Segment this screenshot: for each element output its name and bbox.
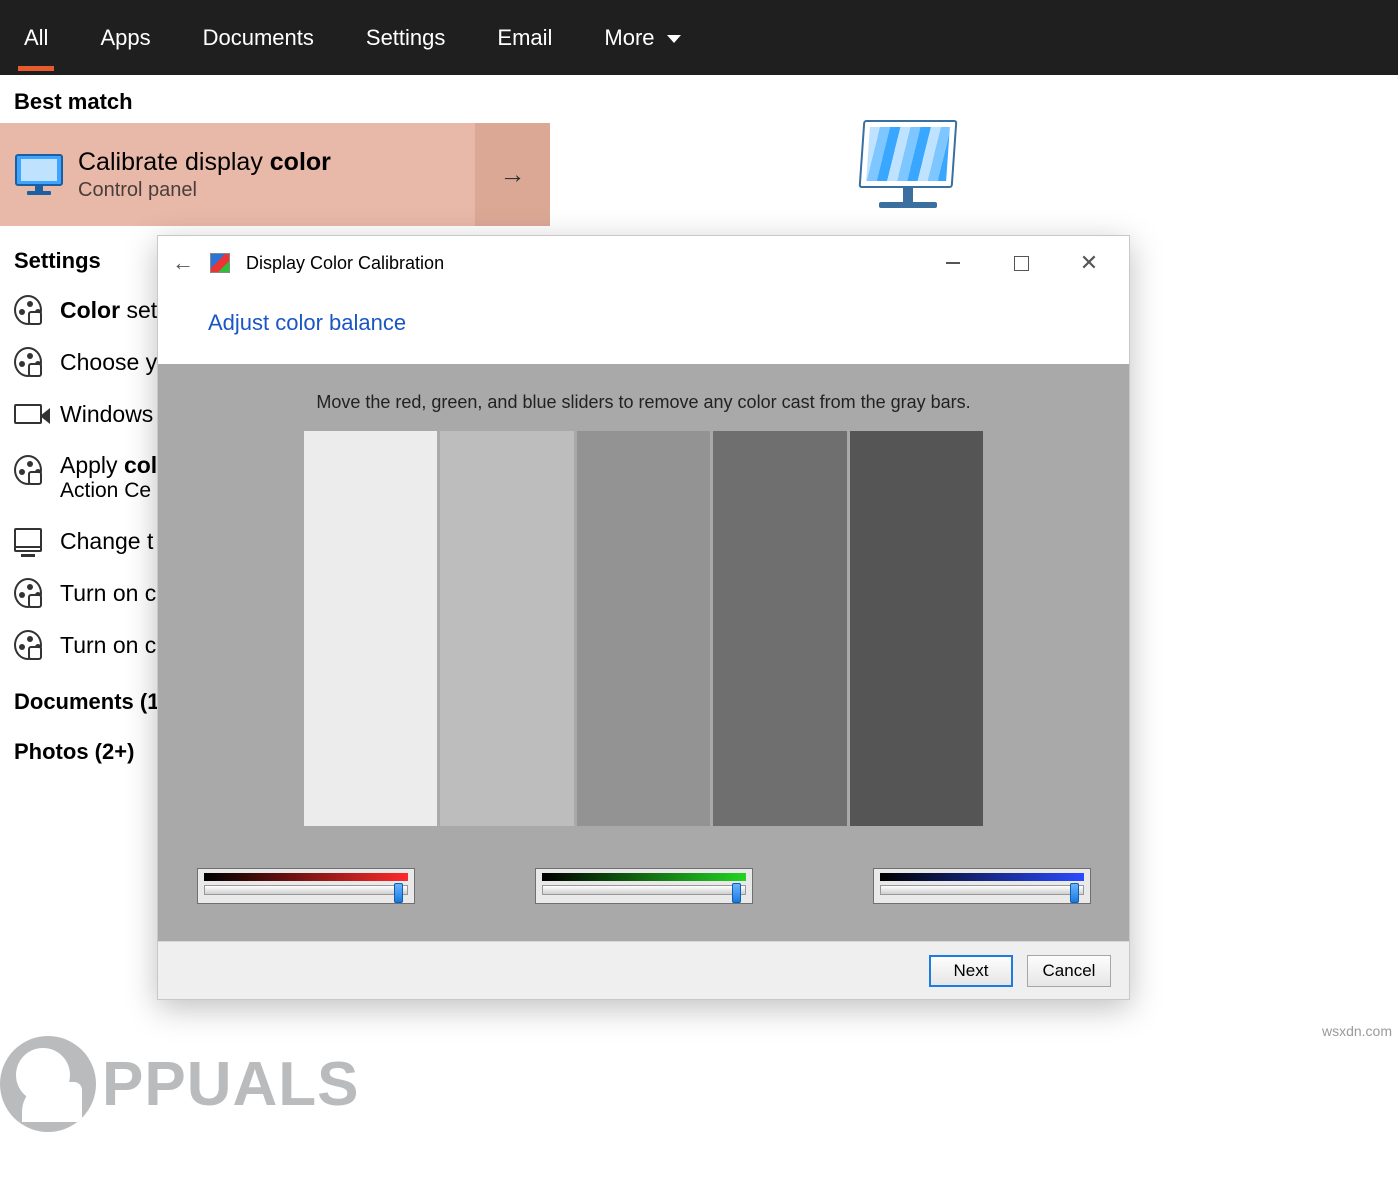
setting-text: Apply col Action Ce [60, 452, 157, 503]
slider-track[interactable] [880, 885, 1084, 895]
watermark: PPUALS [0, 1036, 359, 1132]
camera-icon [14, 400, 42, 428]
open-arrow-button[interactable]: → [475, 123, 550, 226]
chevron-down-icon [667, 35, 681, 43]
best-match-text: Calibrate display color Control panel [78, 123, 475, 226]
tab-label: Apps [100, 25, 150, 50]
dialog-titlebar: ← Display Color Calibration ✕ [158, 236, 1129, 290]
tab-more[interactable]: More [598, 5, 686, 71]
search-category-tabs: All Apps Documents Settings Email More [0, 0, 1398, 75]
setting-subtext: Action Ce [60, 479, 157, 503]
gray-bar-4 [713, 431, 847, 826]
app-icon [210, 253, 230, 273]
tab-label: Documents [203, 25, 314, 50]
red-gradient [204, 873, 408, 881]
next-button[interactable]: Next [929, 955, 1013, 987]
site-tag: wsxdn.com [1322, 1023, 1392, 1039]
monitor-icon [14, 527, 42, 555]
minimize-button[interactable] [927, 245, 979, 282]
palette-icon [14, 348, 42, 376]
preview-monitor-icon [858, 120, 958, 220]
title-bold: color [270, 148, 331, 176]
back-button[interactable]: ← [172, 250, 194, 276]
setting-text: Color set [60, 297, 157, 324]
tab-label: All [24, 25, 48, 50]
slider-track[interactable] [542, 885, 746, 895]
title-pre: Calibrate display [78, 148, 270, 176]
red-slider[interactable] [197, 868, 415, 904]
monitor-icon [0, 123, 78, 226]
tab-settings[interactable]: Settings [360, 5, 452, 71]
tab-apps[interactable]: Apps [94, 5, 156, 71]
display-color-calibration-dialog: ← Display Color Calibration ✕ Adjust col… [157, 235, 1130, 1000]
slider-thumb[interactable] [394, 883, 403, 903]
close-button[interactable]: ✕ [1063, 245, 1115, 282]
slider-thumb[interactable] [1070, 883, 1079, 903]
palette-icon [14, 296, 42, 324]
tab-label: More [604, 25, 654, 50]
dialog-body: Move the red, green, and blue sliders to… [158, 364, 1129, 941]
maximize-button[interactable] [995, 245, 1047, 282]
palette-icon [14, 631, 42, 659]
best-match-title: Calibrate display color [78, 148, 475, 177]
gray-bar-3 [577, 431, 711, 826]
blue-slider[interactable] [873, 868, 1091, 904]
watermark-text: PPUALS [102, 1049, 359, 1120]
slider-thumb[interactable] [732, 883, 741, 903]
arrow-right-icon: → [500, 159, 526, 190]
instruction-text: Move the red, green, and blue sliders to… [316, 364, 970, 431]
best-match-heading: Best match [0, 75, 1398, 123]
tab-label: Settings [366, 25, 446, 50]
best-match-subtitle: Control panel [78, 179, 475, 202]
green-slider[interactable] [535, 868, 753, 904]
setting-text: Turn on c [60, 580, 156, 607]
gray-bar-5 [850, 431, 984, 826]
slider-track[interactable] [204, 885, 408, 895]
tab-documents[interactable]: Documents [197, 5, 320, 71]
setting-text: Choose y [60, 349, 157, 376]
dialog-heading: Adjust color balance [158, 290, 1129, 364]
tab-label: Email [497, 25, 552, 50]
best-match-result[interactable]: Calibrate display color Control panel → [0, 123, 550, 226]
cancel-button[interactable]: Cancel [1027, 955, 1111, 987]
watermark-logo [0, 1036, 96, 1132]
palette-icon [14, 456, 42, 484]
dialog-title: Display Color Calibration [246, 253, 444, 274]
setting-text: Windows [60, 401, 153, 428]
gray-bar-1 [304, 431, 438, 826]
rgb-sliders [197, 868, 1091, 904]
gray-bars [304, 431, 984, 826]
gray-bar-2 [440, 431, 574, 826]
tab-email[interactable]: Email [491, 5, 558, 71]
tab-all[interactable]: All [18, 5, 54, 71]
palette-icon [14, 579, 42, 607]
setting-text: Change t [60, 528, 153, 555]
blue-gradient [880, 873, 1084, 881]
setting-text: Turn on c [60, 632, 156, 659]
dialog-footer: Next Cancel [158, 941, 1129, 999]
green-gradient [542, 873, 746, 881]
